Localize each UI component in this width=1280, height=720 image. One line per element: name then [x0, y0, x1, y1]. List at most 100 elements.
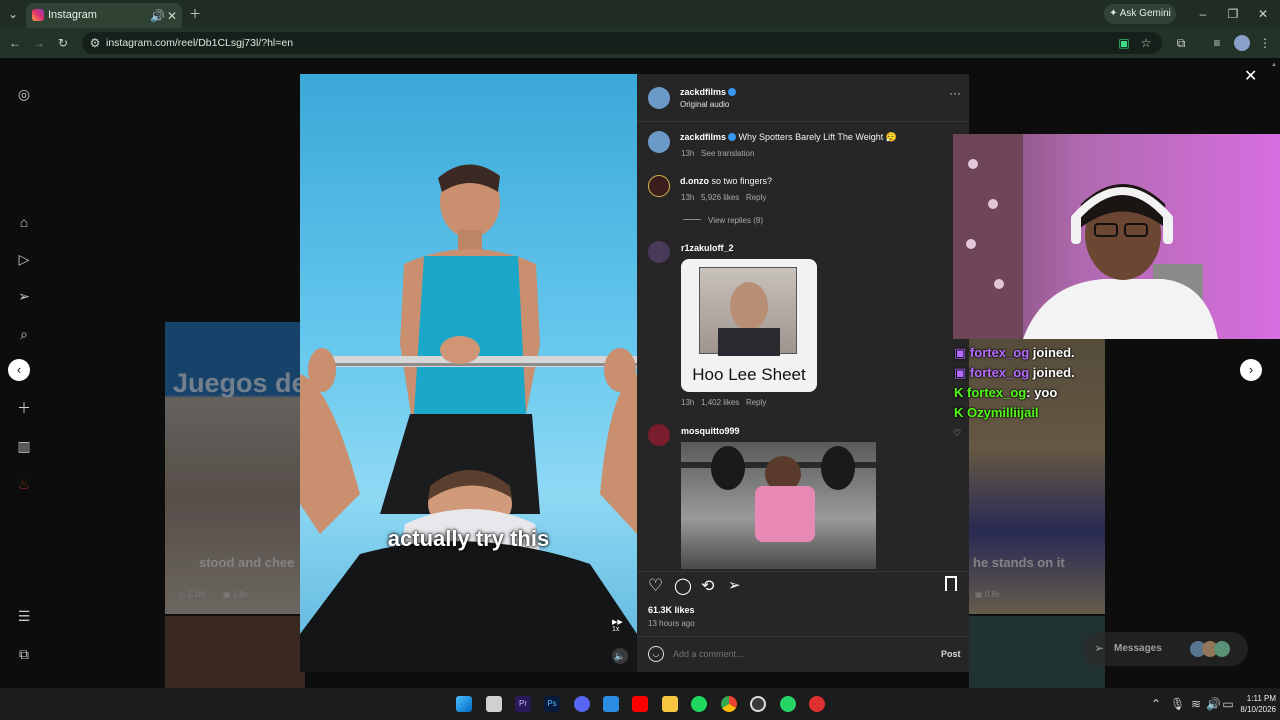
comment-like-heart-icon[interactable]: ♡ [953, 428, 961, 439]
sticker-text: Hoo Lee Sheet [692, 365, 806, 384]
sticker-photo [699, 267, 797, 356]
author-username[interactable]: zackdfilms [680, 87, 737, 97]
reload-icon[interactable]: ↻ [56, 36, 70, 50]
more-options-icon[interactable]: ··· [949, 86, 961, 100]
windows-start-icon[interactable] [456, 696, 472, 712]
speed-badge[interactable]: ▶▶ 1x [612, 618, 623, 633]
microphone-icon[interactable]: 🎙 [1170, 697, 1185, 711]
caption-author-avatar[interactable] [648, 131, 670, 153]
spotify-icon[interactable] [691, 696, 707, 712]
media-controls-icon[interactable]: ≡ [1210, 36, 1224, 50]
share-icon[interactable]: ➢ [728, 576, 741, 594]
discord-icon[interactable] [574, 696, 590, 712]
comment-avatar-rizakuloff[interactable] [648, 241, 670, 263]
twitch-icon: ▣ [954, 345, 967, 360]
mute-toggle-icon[interactable]: 🔈 [612, 648, 628, 664]
tray-overflow-icon[interactable]: ⌃ [1150, 697, 1162, 711]
obs-icon[interactable] [750, 696, 766, 712]
extension-active-icon[interactable]: ▣ [1118, 36, 1130, 50]
view-replies-button[interactable]: View replies (8) [683, 216, 763, 225]
background-reel-right-speed: ▣ 0.8x [975, 590, 1000, 599]
messages-widget[interactable]: ➢ Messages [1082, 632, 1248, 666]
create-icon[interactable]: ＋ [14, 398, 34, 418]
comment-icon[interactable]: ◯ [674, 576, 692, 596]
caption-verified-icon [728, 133, 737, 141]
comment-mosquitto-user[interactable]: mosquitto999 [681, 426, 740, 436]
home-icon[interactable]: ⌂ [14, 212, 34, 232]
modal-close-icon[interactable]: ✕ [1244, 66, 1257, 86]
bookmark-star-icon[interactable]: ☆ [1140, 36, 1152, 50]
post-button[interactable]: Post [941, 649, 961, 659]
ask-gemini-button[interactable]: ✦ Ask Gemini [1104, 4, 1176, 24]
whatsapp-icon[interactable] [780, 696, 796, 712]
browser-tab-bar: ⌄ Instagram 🔊 ✕ ＋ ✦ Ask Gemini – ❐ ✕ [0, 0, 1280, 28]
like-icon[interactable]: ♡ [648, 576, 663, 596]
messages-avatars [1190, 641, 1230, 657]
photoshop-icon[interactable]: Ps [544, 696, 560, 712]
likes-count[interactable]: 61.3K likes [648, 605, 695, 615]
comment-input[interactable] [673, 644, 923, 664]
wifi-icon[interactable]: ≋ [1190, 697, 1202, 711]
recorder-icon[interactable] [809, 696, 825, 712]
reels-icon[interactable]: ▷ [14, 249, 34, 269]
background-reel-caption: stood and chee [199, 555, 295, 570]
vscode-icon[interactable] [603, 696, 619, 712]
panel-divider [637, 121, 969, 122]
taskbar-clock[interactable]: 1:11 PM 8/10/2026 [1226, 693, 1276, 715]
tab-title: Instagram [48, 9, 97, 21]
new-tab-icon[interactable]: ＋ [188, 7, 202, 21]
author-avatar[interactable] [648, 87, 670, 109]
file-explorer-icon[interactable] [662, 696, 678, 712]
dashboard-icon[interactable]: ▥ [14, 436, 34, 456]
emoji-picker-icon[interactable]: ◡ [648, 646, 664, 662]
instagram-logo-icon[interactable]: ◎ [14, 84, 34, 104]
back-icon[interactable]: ← [8, 36, 22, 50]
extensions-icon[interactable]: ⧉ [1174, 36, 1188, 50]
previous-reel-button[interactable]: ‹ [8, 359, 30, 381]
see-translation-link[interactable]: See translation [701, 149, 754, 158]
volume-icon[interactable]: 🔊 [1206, 697, 1221, 711]
direct-icon[interactable]: ➢ [14, 286, 34, 306]
minimize-icon[interactable]: – [1196, 7, 1210, 21]
comment-sticker: Hoo Lee Sheet [681, 259, 817, 392]
tab-close-icon[interactable]: ✕ [166, 9, 178, 23]
caption-author[interactable]: zackdfilms [680, 132, 726, 142]
background-reel-views: ▷ 2.1M [179, 590, 206, 599]
stream-chat-line-3: K fortex_og: yoo [954, 385, 1058, 400]
chrome-icon[interactable] [721, 696, 737, 712]
caption: zackdfilms Why Spotters Barely Lift The … [680, 132, 960, 143]
forward-icon[interactable]: → [32, 36, 46, 50]
audio-label[interactable]: Original audio [680, 100, 729, 109]
premiere-icon[interactable]: Pr [515, 696, 531, 712]
reel-scene-illustration [300, 164, 637, 672]
gemini-icon: ✦ [1109, 8, 1120, 19]
task-view-icon[interactable] [486, 696, 502, 712]
comment-avatar-mosquitto[interactable] [648, 424, 670, 446]
threads-icon[interactable]: ♨ [14, 474, 34, 494]
repost-icon[interactable]: ⟲ [701, 576, 714, 596]
more-menu-icon[interactable]: ☰ [14, 606, 34, 626]
reply-button[interactable]: Reply [746, 398, 766, 407]
save-bookmark-icon[interactable] [945, 576, 957, 591]
address-bar[interactable]: ⚙ instagram.com/reel/Db1CLsgj73l/?hl=en … [82, 32, 1162, 54]
also-from-meta-icon[interactable]: ⧉ [14, 644, 34, 664]
search-icon[interactable]: ⌕ [14, 324, 34, 344]
tab-list-icon[interactable]: ⌄ [6, 7, 20, 21]
restore-icon[interactable]: ❐ [1226, 7, 1240, 21]
next-reel-button[interactable]: › [1240, 359, 1262, 381]
reply-button[interactable]: Reply [746, 193, 766, 202]
kick-icon: K [954, 385, 964, 400]
window-close-icon[interactable]: ✕ [1256, 7, 1270, 21]
comment-avatar-donzo[interactable] [648, 175, 670, 197]
tab-instagram[interactable]: Instagram 🔊 ✕ [26, 3, 182, 28]
stream-chat-line-1: ▣ fortex_og joined. [954, 345, 1075, 360]
comment-gif [681, 442, 876, 569]
comment-rizakuloff-user[interactable]: r1zakuloff_2 [681, 243, 734, 253]
tab-audio-icon[interactable]: 🔊 [150, 9, 165, 23]
youtube-icon[interactable] [632, 696, 648, 712]
reel-video[interactable]: actually try this ▶▶ 1x 🔈 [300, 74, 637, 672]
profile-avatar[interactable] [1234, 35, 1250, 51]
site-info-icon[interactable]: ⚙ [89, 36, 101, 50]
browser-menu-icon[interactable]: ⋮ [1258, 36, 1272, 50]
webcam-illustration [953, 134, 1218, 339]
